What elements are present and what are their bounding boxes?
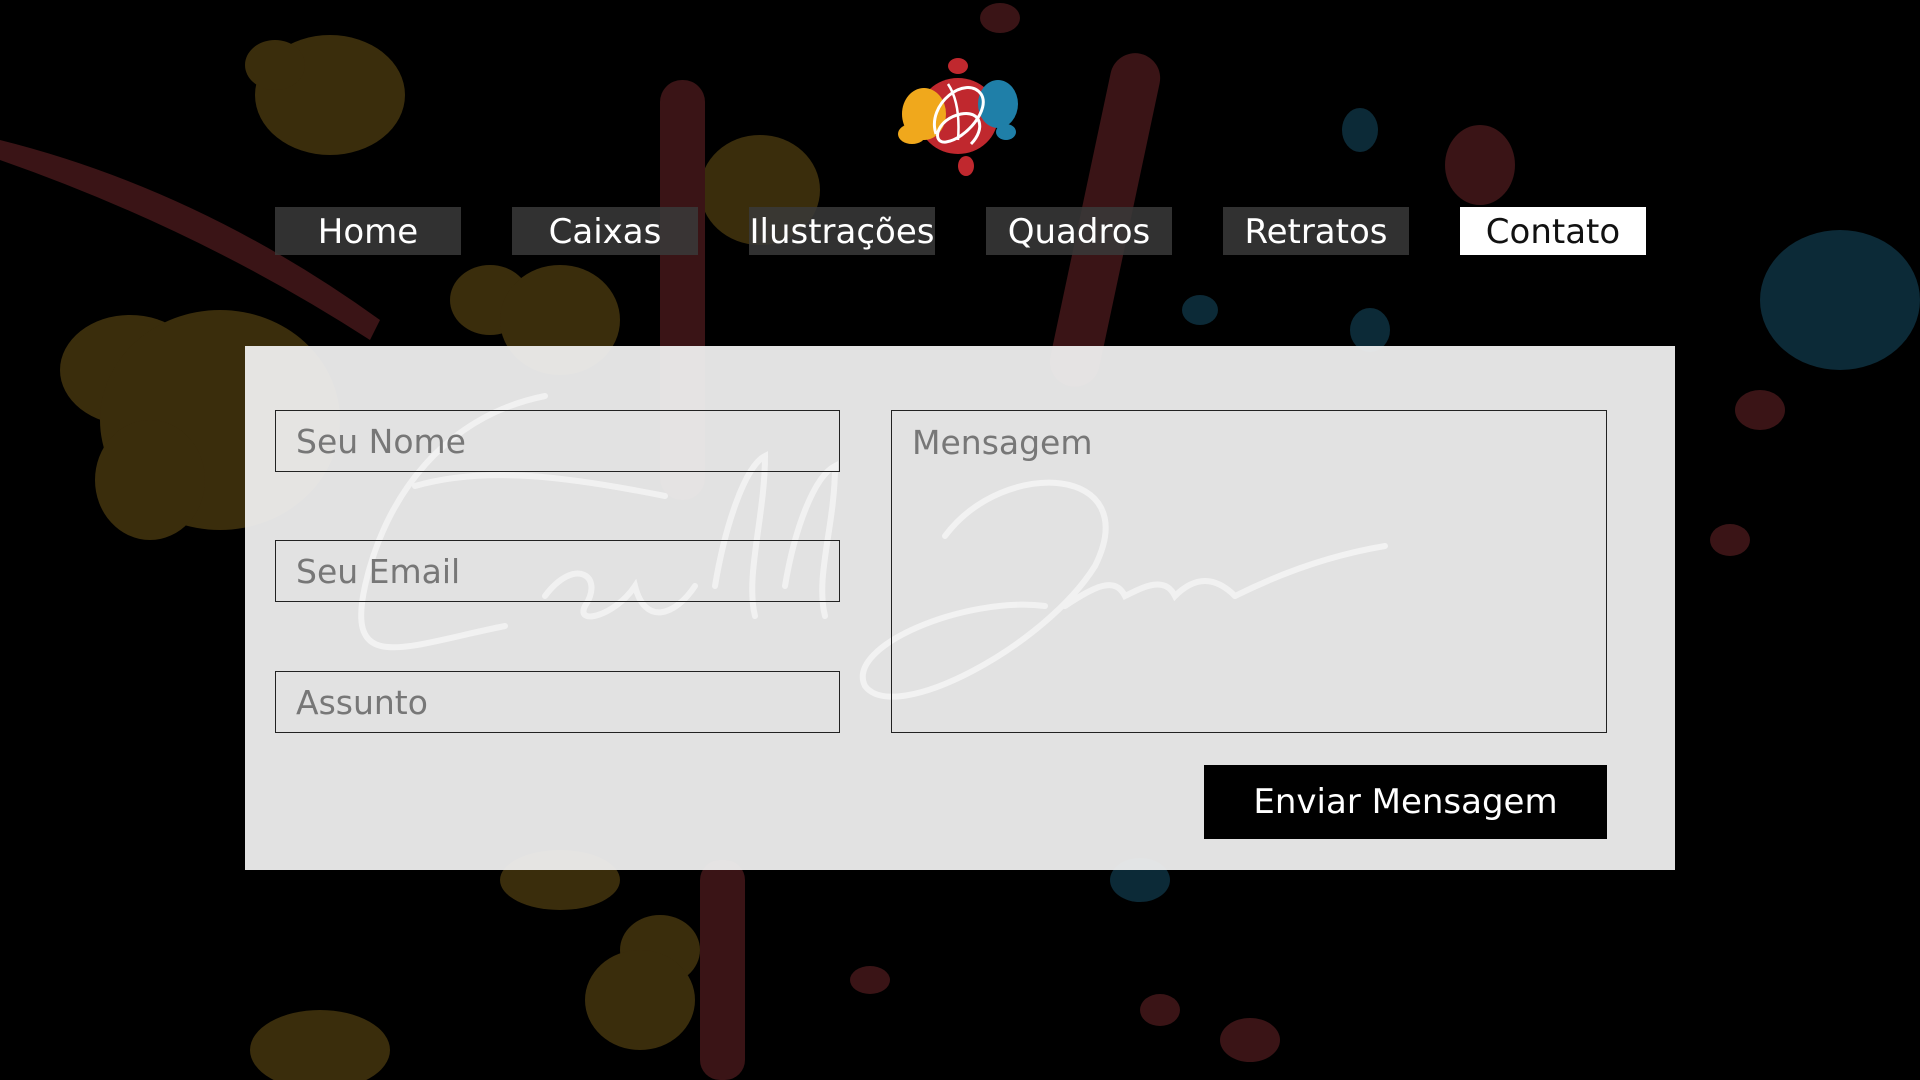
contact-form-panel: Enviar Mensagem	[245, 346, 1675, 870]
name-input[interactable]	[275, 410, 840, 472]
page: Home Caixas Ilustrações Quadros Retratos…	[0, 0, 1920, 1080]
nav-item-home[interactable]: Home	[275, 207, 461, 255]
send-message-button[interactable]: Enviar Mensagem	[1204, 765, 1607, 839]
nav-item-retratos[interactable]: Retratos	[1223, 207, 1409, 255]
message-textarea[interactable]	[891, 410, 1607, 733]
nav-item-ilustracoes[interactable]: Ilustrações	[749, 207, 935, 255]
nav-item-quadros[interactable]: Quadros	[986, 207, 1172, 255]
email-input[interactable]	[275, 540, 840, 602]
main-navigation: Home Caixas Ilustrações Quadros Retratos…	[0, 207, 1920, 255]
nav-item-caixas[interactable]: Caixas	[512, 207, 698, 255]
subject-input[interactable]	[275, 671, 840, 733]
nav-item-contato[interactable]: Contato	[1460, 207, 1646, 255]
logo-icon[interactable]	[886, 44, 1030, 184]
